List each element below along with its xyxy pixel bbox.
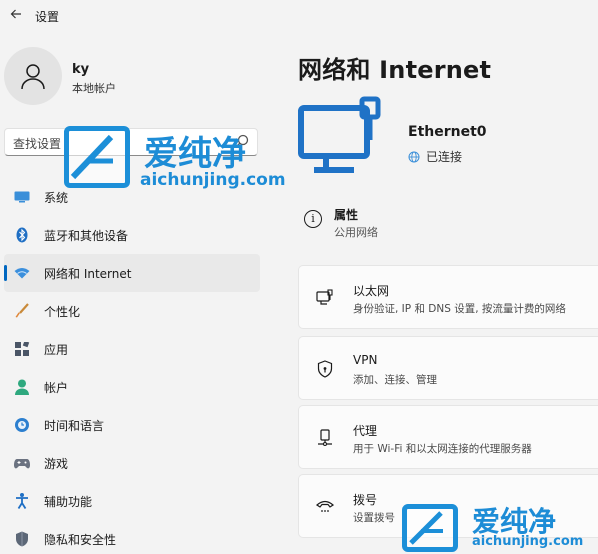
network-profile: 公用网络 [334,226,378,239]
system-icon [14,189,30,205]
sidebar-item-time-language[interactable]: 时间和语言 [4,406,260,444]
brush-icon [14,303,30,319]
sidebar-item-accounts[interactable]: 帐户 [4,368,260,406]
page-title: 网络和 Internet [298,56,492,84]
ethernet-icon [315,288,335,308]
sidebar-item-label: 个性化 [44,304,81,319]
sidebar-item-network[interactable]: 网络和 Internet [4,254,260,292]
sidebar-item-bluetooth[interactable]: 蓝牙和其他设备 [4,216,260,254]
connection-status: 已连接 [408,148,462,165]
avatar[interactable] [4,47,62,105]
status-text: 已连接 [426,150,463,164]
user-name: ky [72,62,90,77]
watermark-logo-icon [402,504,458,552]
sidebar-item-label: 帐户 [44,380,69,395]
watermark-url: aichunjing.com [472,534,584,549]
apps-icon [14,341,30,357]
sidebar-item-gaming[interactable]: 游戏 [4,444,260,482]
sidebar-item-privacy[interactable]: 隐私和安全性 [4,520,260,554]
person-icon [21,64,45,90]
card-title: 拨号 [353,493,378,507]
card-proxy[interactable]: 代理 用于 Wi-Fi 和以太网连接的代理服务器 [298,405,598,469]
card-ethernet[interactable]: 以太网 身份验证, IP 和 DNS 设置, 按流量计费的网络 [298,265,598,329]
sidebar-item-label: 应用 [44,342,69,357]
sidebar-item-label: 游戏 [44,456,69,471]
sidebar-item-label: 网络和 Internet [44,266,132,281]
accessibility-icon [14,493,30,509]
sidebar-item-label: 系统 [44,190,69,205]
dialup-icon [315,497,335,517]
card-title: 代理 [353,424,378,438]
card-description: 设置拨号 [353,512,395,524]
watermark-url: aichunjing.com [140,170,286,190]
watermark-bottom: 爱纯净 aichunjing.com [402,502,596,554]
card-description: 身份验证, IP 和 DNS 设置, 按流量计费的网络 [353,303,566,315]
person-icon [14,379,30,395]
card-description: 用于 Wi-Fi 和以太网连接的代理服务器 [353,443,532,455]
sidebar-item-apps[interactable]: 应用 [4,330,260,368]
sidebar-item-personalization[interactable]: 个性化 [4,292,260,330]
globe-clock-icon [14,417,30,433]
account-type: 本地帐户 [72,82,116,95]
gamepad-icon [14,455,30,471]
card-title: VPN [353,353,378,367]
sidebar-item-accessibility[interactable]: 辅助功能 [4,482,260,520]
adapter-name: Ethernet0 [408,124,487,140]
watermark-brand: 爱纯净 [144,134,246,174]
watermark-top: 爱纯净 aichunjing.com [64,126,304,190]
vpn-shield-icon [315,359,335,379]
info-icon: i [304,210,322,228]
card-vpn[interactable]: VPN 添加、连接、管理 [298,336,598,400]
card-description: 添加、连接、管理 [353,374,437,386]
search-placeholder: 查找设置 [13,137,62,151]
card-title: 以太网 [353,284,390,298]
title-bar: 设置 [0,0,598,32]
sidebar-item-label: 隐私和安全性 [44,532,117,547]
properties-title: 属性 [334,208,359,222]
proxy-icon [315,428,335,448]
app-title: 设置 [35,10,60,24]
shield-icon [14,531,30,547]
sidebar-item-label: 时间和语言 [44,418,105,433]
sidebar-item-label: 蓝牙和其他设备 [44,228,129,243]
globe-icon [408,151,420,162]
properties-link[interactable]: i 属性 公用网络 [300,200,598,246]
watermark-logo-icon [64,126,130,188]
ethernet-monitor-icon [298,96,381,173]
back-arrow-icon[interactable] [6,6,26,26]
bluetooth-icon [14,227,30,243]
wifi-icon [14,265,30,281]
sidebar-item-label: 辅助功能 [44,494,93,509]
sidebar-nav: 系统 蓝牙和其他设备 网络和 Internet 个性化 应用 帐户 时间和语言 … [4,178,260,554]
